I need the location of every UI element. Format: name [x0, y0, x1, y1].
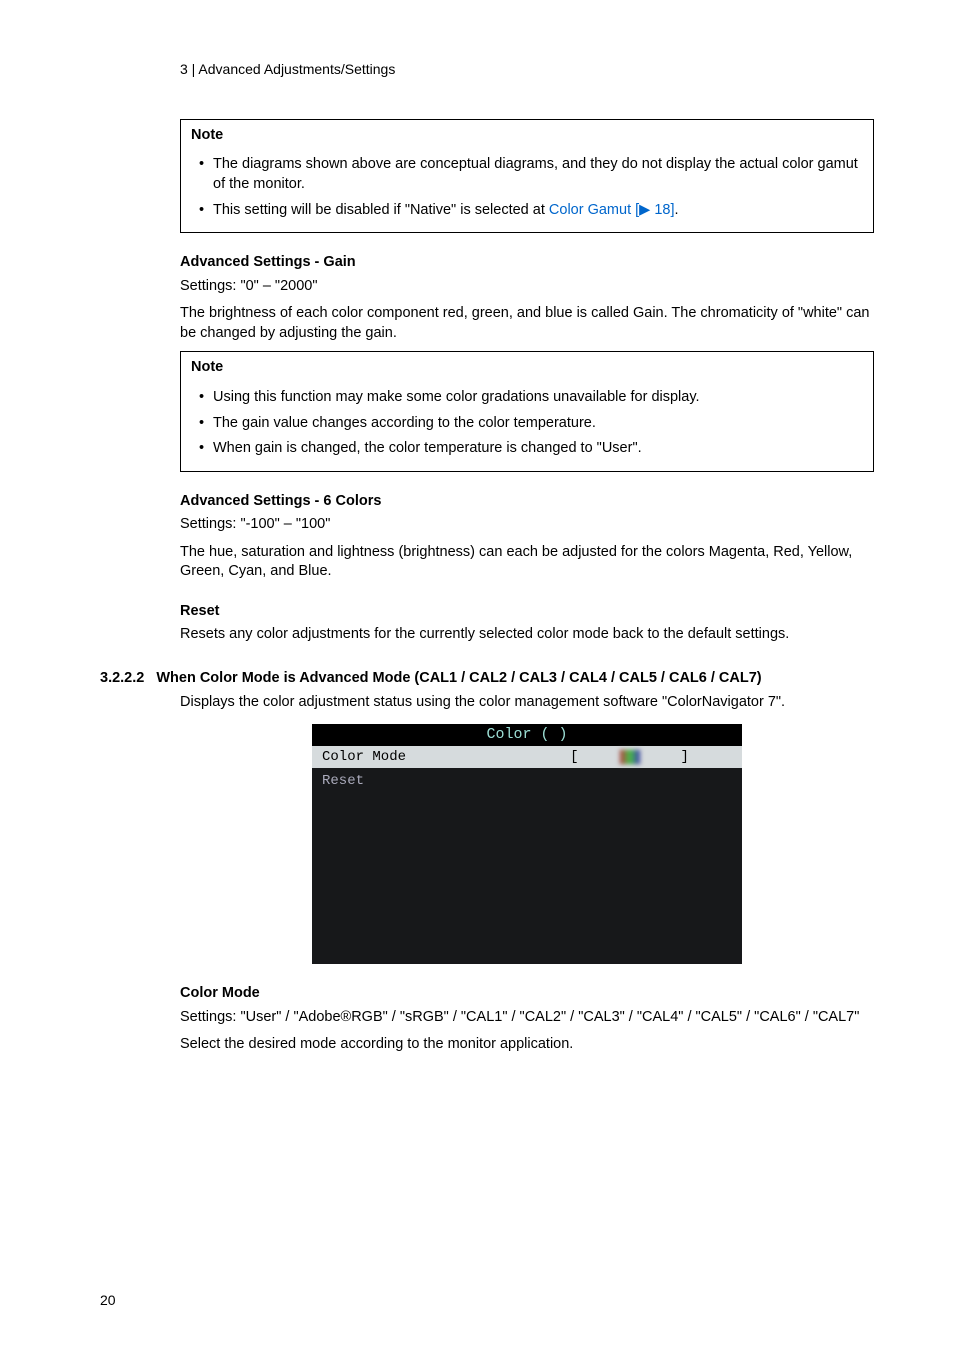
- osd-title: Color ( ): [312, 724, 742, 746]
- osd-screenshot: Color ( ) Color Mode [ ] Reset: [312, 724, 742, 964]
- settings-range: Settings: "0" – "2000": [180, 277, 874, 297]
- osd-title-text: Color ( ): [486, 726, 567, 743]
- settings-range: Settings: "-100" – "100": [180, 515, 874, 535]
- settings-range: Settings: "User" / "Adobe®RGB" / "sRGB" …: [180, 1008, 874, 1028]
- note-title: Note: [191, 358, 863, 378]
- osd-row-label: Color Mode: [322, 748, 527, 767]
- note-title: Note: [191, 126, 863, 146]
- note-item: This setting will be disabled if "Native…: [213, 201, 863, 221]
- heading-gain: Advanced Settings - Gain: [180, 253, 874, 273]
- heading-reset: Reset: [180, 602, 874, 622]
- bracket-left: [: [570, 748, 578, 767]
- heading-advanced-mode: When Color Mode is Advanced Mode (CAL1 /…: [156, 669, 761, 689]
- page-number: 20: [100, 1291, 116, 1310]
- link-color-gamut[interactable]: Color Gamut [▶ 18]: [549, 202, 675, 218]
- note-item-text: .: [675, 202, 679, 218]
- osd-row-color-mode: Color Mode [ ]: [312, 746, 742, 768]
- description: Select the desired mode according to the…: [180, 1035, 874, 1055]
- description: The brightness of each color component r…: [180, 304, 874, 343]
- note-box-2: Note Using this function may make some c…: [180, 351, 874, 471]
- description: Resets any color adjustments for the cur…: [180, 625, 874, 645]
- note-item: The gain value changes according to the …: [213, 414, 863, 434]
- note-box-1: Note The diagrams shown above are concep…: [180, 119, 874, 233]
- heading-color-mode: Color Mode: [180, 984, 874, 1004]
- heading-6colors: Advanced Settings - 6 Colors: [180, 492, 874, 512]
- note-item: Using this function may make some color …: [213, 388, 863, 408]
- running-header: 3 | Advanced Adjustments/Settings: [180, 60, 874, 79]
- heading-number: 3.2.2.2: [100, 669, 144, 689]
- description: Displays the color adjustment status usi…: [180, 693, 874, 713]
- bracket-right: ]: [681, 748, 689, 767]
- note-item: When gain is changed, the color temperat…: [213, 439, 863, 459]
- color-swatch-icon: [619, 749, 641, 765]
- note-item: The diagrams shown above are conceptual …: [213, 155, 863, 194]
- osd-row-reset: Reset: [312, 768, 742, 791]
- description: The hue, saturation and lightness (brigh…: [180, 543, 874, 582]
- note-item-text: This setting will be disabled if "Native…: [213, 202, 549, 218]
